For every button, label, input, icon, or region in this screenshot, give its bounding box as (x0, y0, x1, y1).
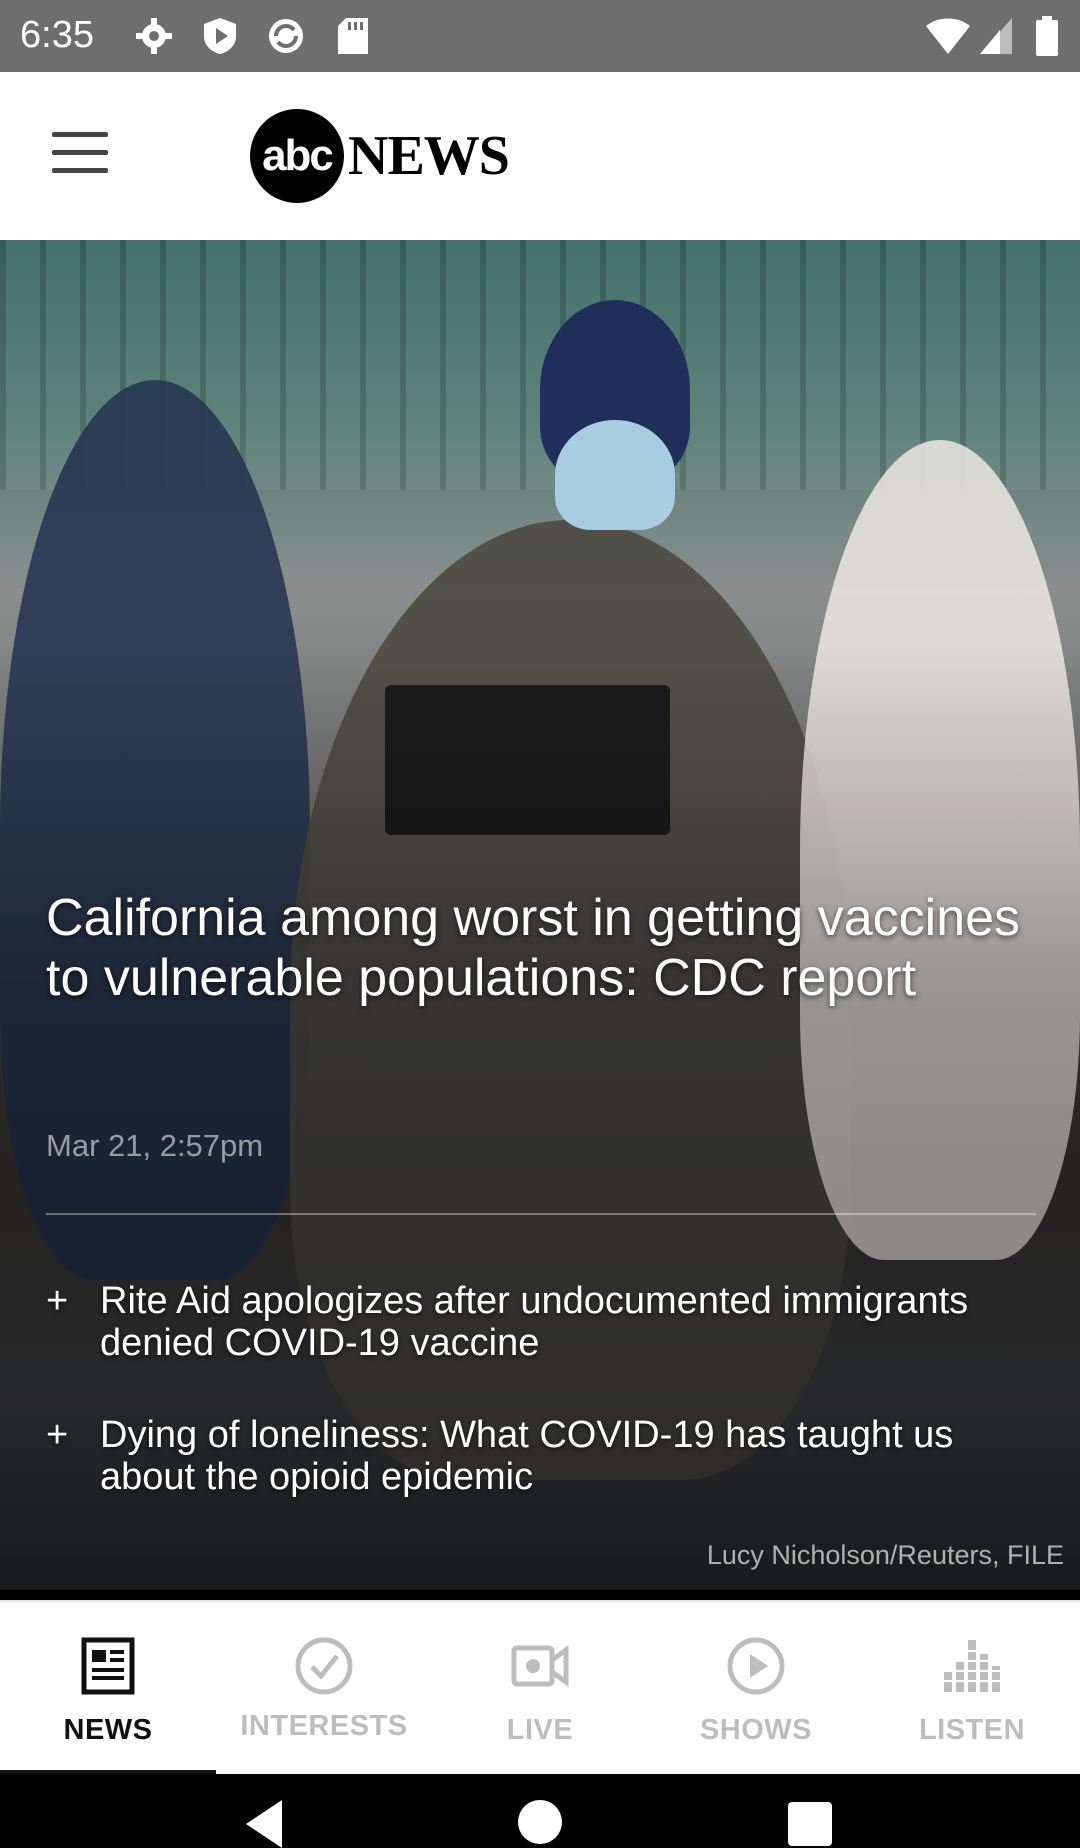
related-story-2[interactable]: + Dying of loneliness: What COVID-19 has… (46, 1414, 1036, 1498)
hamburger-menu-icon[interactable] (52, 132, 112, 176)
hero-headline[interactable]: California among worst in getting vaccin… (46, 888, 1026, 1008)
tab-interests[interactable]: INTERESTS (216, 1602, 432, 1776)
battery-icon (1036, 16, 1058, 56)
shield-play-icon (204, 18, 236, 54)
photo-credit: Lucy Nicholson/Reuters, FILE (706, 1540, 1064, 1570)
sd-card-icon (338, 18, 368, 54)
tab-live[interactable]: LIVE (432, 1602, 648, 1776)
video-camera-icon (511, 1645, 569, 1687)
signal-icon (980, 18, 1012, 54)
hero-divider (46, 1213, 1036, 1215)
audio-bars-icon (942, 1640, 1002, 1692)
status-time: 6:35 (20, 14, 94, 56)
system-navigation-bar (0, 1774, 1080, 1848)
bottom-navigation: NEWS INTERESTS LIVE SHOWS LISTEN (0, 1600, 1080, 1776)
play-circle-icon (727, 1637, 785, 1695)
recents-icon[interactable] (786, 1800, 834, 1848)
back-icon[interactable] (238, 1796, 290, 1848)
logo-circle: abc (250, 109, 344, 203)
related-story-text: Rite Aid apologizes after undocumented i… (100, 1280, 969, 1364)
sync-icon (269, 19, 303, 53)
wifi-icon (926, 18, 970, 54)
logo-word: NEWS (348, 125, 510, 187)
tab-label: NEWS (63, 1714, 153, 1746)
tab-news[interactable]: NEWS (0, 1602, 216, 1776)
plus-icon: + (46, 1280, 69, 1322)
abc-news-logo[interactable]: abc NEWS (250, 108, 510, 204)
news-icon (81, 1637, 135, 1695)
hero-story[interactable]: California among worst in getting vaccin… (0, 240, 1080, 1590)
home-icon[interactable] (516, 1798, 564, 1846)
status-bar: 6:35 (0, 0, 1080, 72)
tab-shows[interactable]: SHOWS (648, 1602, 864, 1776)
related-story-1[interactable]: + Rite Aid apologizes after undocumented… (46, 1280, 1036, 1364)
related-story-text: Dying of loneliness: What COVID-19 has t… (100, 1414, 954, 1498)
gear-icon (136, 18, 172, 54)
tab-label: LIVE (506, 1714, 574, 1746)
tab-listen[interactable]: LISTEN (864, 1602, 1080, 1776)
tab-label: LISTEN (918, 1714, 1026, 1746)
checkmark-circle-icon (295, 1637, 353, 1695)
app-header (0, 72, 1080, 240)
tab-label: INTERESTS (240, 1710, 408, 1742)
tab-label: SHOWS (699, 1714, 813, 1746)
plus-icon: + (46, 1414, 69, 1456)
hero-date: Mar 21, 2:57pm (46, 1128, 264, 1163)
